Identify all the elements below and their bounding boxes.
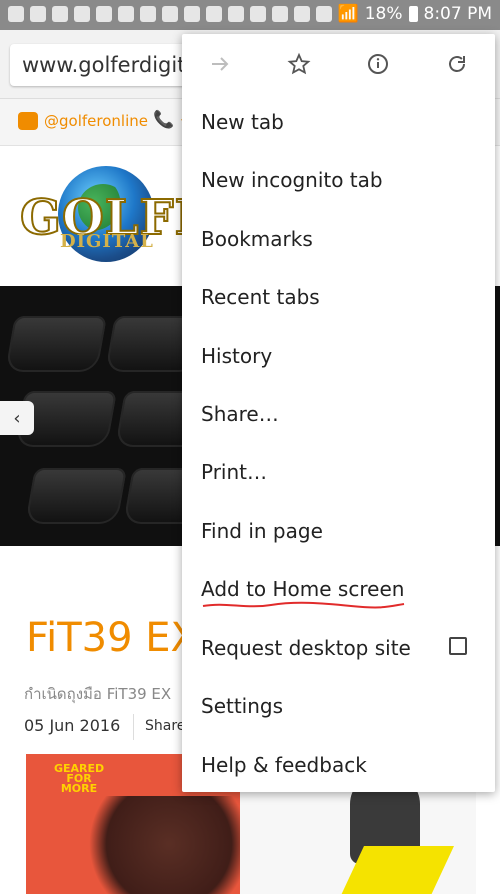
status-right: 📶 18% 8:07 PM	[338, 4, 492, 24]
battery-percent: 18%	[364, 4, 403, 24]
page-info-button[interactable]	[358, 46, 398, 82]
menu-item-label: New tab	[201, 110, 284, 134]
menu-item-label: Request desktop site	[201, 636, 411, 660]
menu-item-help-feedback[interactable]: Help & feedback	[182, 738, 495, 792]
menu-item-label: History	[201, 344, 273, 368]
notification-icon	[206, 6, 222, 22]
notification-icon	[52, 6, 68, 22]
notification-icon	[250, 6, 266, 22]
notification-icon	[184, 6, 200, 22]
menu-item-label: Recent tabs	[201, 285, 320, 309]
divider	[133, 714, 134, 740]
menu-item-print[interactable]: Print…	[182, 445, 495, 499]
article-subtitle: กำเนิดถุงมือ FiT39 EX	[24, 685, 172, 703]
status-left-icons	[8, 6, 332, 22]
status-bar: 📶 18% 8:07 PM	[0, 0, 500, 30]
menu-item-share[interactable]: Share…	[182, 387, 495, 441]
menu-item-label: Settings	[201, 694, 284, 718]
notification-icon	[74, 6, 90, 22]
notification-icon	[30, 6, 46, 22]
notification-icon	[316, 6, 332, 22]
menu-item-find-in-page[interactable]: Find in page	[182, 504, 495, 558]
notification-icon	[294, 6, 310, 22]
carousel-prev-button[interactable]: ‹	[0, 401, 34, 435]
menu-item-new-incognito-tab[interactable]: New incognito tab	[182, 153, 495, 207]
chevron-left-icon: ‹	[13, 407, 21, 429]
line-app-icon	[18, 112, 38, 130]
menu-item-bookmarks[interactable]: Bookmarks	[182, 212, 495, 266]
menu-item-settings[interactable]: Settings	[182, 679, 495, 733]
site-logo-subtext: DIGITAL	[60, 231, 154, 252]
menu-item-label: Help & feedback	[201, 753, 367, 777]
menu-item-request-desktop-site[interactable]: Request desktop site	[182, 621, 495, 675]
article-title[interactable]: FiT39 EX	[26, 615, 198, 661]
tree-image	[81, 796, 240, 894]
menu-item-recent-tabs[interactable]: Recent tabs	[182, 270, 495, 324]
reload-button[interactable]	[437, 46, 477, 82]
menu-item-label: Print…	[201, 460, 268, 484]
phone-icon: 📞	[153, 110, 175, 130]
annotation-underline	[202, 601, 405, 609]
notification-icon	[162, 6, 178, 22]
battery-icon	[408, 6, 418, 22]
menu-item-label: Find in page	[201, 519, 323, 543]
line-handle-link[interactable]: @golferonline	[44, 112, 148, 130]
info-icon	[368, 54, 388, 74]
clock-time: 8:07 PM	[423, 4, 493, 24]
bookmark-button[interactable]	[279, 46, 319, 82]
article-date: 05 Jun 2016	[24, 716, 121, 735]
share-link[interactable]: Share	[145, 718, 185, 734]
menu-top-actions	[182, 34, 495, 94]
menu-item-label: Share…	[201, 402, 279, 426]
notification-icon	[228, 6, 244, 22]
notification-icon	[96, 6, 112, 22]
notification-icon	[118, 6, 134, 22]
menu-item-label: Bookmarks	[201, 227, 313, 251]
desktop-site-checkbox[interactable]	[449, 637, 467, 655]
menu-item-new-tab[interactable]: New tab	[182, 95, 495, 149]
bookmark-star-icon	[287, 52, 311, 75]
reload-icon	[449, 56, 465, 72]
golf-club-image	[5, 316, 107, 372]
forward-button[interactable]	[200, 46, 240, 82]
menu-item-history[interactable]: History	[182, 329, 495, 383]
wifi-icon: 📶	[337, 4, 359, 24]
notification-icon	[8, 6, 24, 22]
forward-icon	[212, 57, 229, 71]
notification-icon	[140, 6, 156, 22]
golf-club-image	[25, 468, 127, 524]
notification-icon	[272, 6, 288, 22]
chrome-overflow-menu: New tab New incognito tab Bookmarks Rece…	[182, 34, 495, 792]
menu-item-label: New incognito tab	[201, 168, 383, 192]
menu-item-label: Add to Home screen	[201, 577, 405, 601]
thumbnail-logo-text: GEARED FOR MORE	[54, 762, 105, 795]
